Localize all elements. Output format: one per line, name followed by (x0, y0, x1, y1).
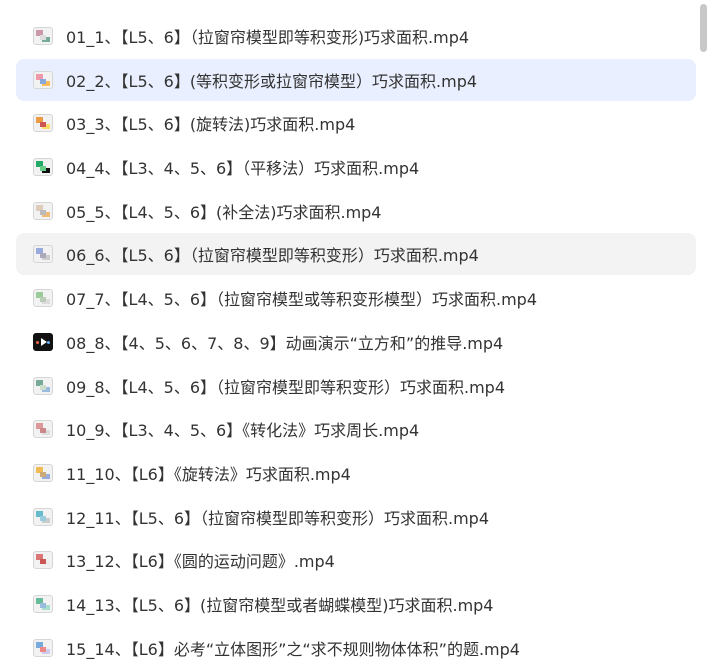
video-thumbnail-icon (33, 463, 53, 482)
file-name-label: 09_8、【L4、5、6】（拉窗帘模型即等积变形）巧求面积.mp4 (66, 377, 506, 397)
file-name-label: 11_10、【L6】《旋转法》巧求面积.mp4 (66, 464, 351, 484)
list-item[interactable]: 11_10、【L6】《旋转法》巧求面积.mp4 (16, 452, 696, 494)
file-list-panel: 01_1、【L5、6】（拉窗帘模型即等积变形)巧求面积.mp4 02_2、【L5、… (0, 0, 712, 670)
file-name-label: 01_1、【L5、6】（拉窗帘模型即等积变形)巧求面积.mp4 (66, 28, 470, 47)
vertical-scrollbar[interactable] (700, 0, 710, 670)
file-name-label: 05_5、【L4、5、6】(补全法)巧求面积.mp4 (66, 202, 382, 222)
video-thumbnail-icon (33, 551, 53, 570)
video-thumbnail-icon (33, 289, 53, 308)
file-name-label: 15_14、【L6】必考“立体图形”之“求不规则物体体积”的题.mp4 (66, 639, 520, 659)
list-item[interactable]: 01_1、【L5、6】（拉窗帘模型即等积变形)巧求面积.mp4 (16, 15, 696, 57)
video-thumbnail-icon (33, 376, 53, 395)
file-name-label: 08_8、【4、5、6、7、8、9】动画演示“立方和”的推导.mp4 (66, 333, 504, 353)
video-thumbnail-icon (33, 70, 53, 89)
video-thumbnail-icon (33, 507, 53, 526)
file-name-label: 02_2、【L5、6】(等积变形或拉窗帘模型）巧求面积.mp4 (66, 71, 478, 91)
video-thumbnail-dark-icon (33, 332, 53, 351)
video-thumbnail-icon (33, 638, 53, 657)
video-thumbnail-icon (33, 420, 53, 439)
list-item[interactable]: 06_6、【L5、6】（拉窗帘模型即等积变形）巧求面积.mp4 (16, 233, 696, 276)
video-thumbnail-icon (33, 201, 53, 220)
list-item[interactable]: 02_2、【L5、6】(等积变形或拉窗帘模型）巧求面积.mp4 (16, 58, 696, 101)
scrollbar-thumb[interactable] (700, 4, 707, 52)
file-name-label: 14_13、【L5、6】(拉窗帘模型或者蝴蝶模型)巧求面积.mp4 (66, 595, 494, 615)
file-name-label: 04_4、【L3、4、5、6】（平移法）巧求面积.mp4 (66, 159, 420, 179)
video-thumbnail-icon (33, 594, 53, 613)
video-thumbnail-icon (33, 245, 53, 264)
video-thumbnail-icon (33, 158, 53, 177)
list-item[interactable]: 03_3、【L5、6】(旋转法)巧求面积.mp4 (16, 102, 696, 144)
file-name-label: 03_3、【L5、6】(旋转法)巧求面积.mp4 (66, 115, 356, 135)
list-item[interactable]: 15_14、【L6】必考“立体图形”之“求不规则物体体积”的题.mp4 (16, 627, 696, 669)
list-item[interactable]: 05_5、【L4、5、6】(补全法)巧求面积.mp4 (16, 190, 696, 232)
list-item[interactable]: 12_11、【L5、6】（拉窗帘模型即等积变形）巧求面积.mp4 (16, 496, 696, 538)
list-item[interactable]: 08_8、【4、5、6、7、8、9】动画演示“立方和”的推导.mp4 (16, 321, 696, 363)
list-item[interactable]: 09_8、【L4、5、6】（拉窗帘模型即等积变形）巧求面积.mp4 (16, 365, 696, 407)
list-item[interactable]: 04_4、【L3、4、5、6】（平移法）巧求面积.mp4 (16, 146, 696, 188)
list-item[interactable]: 13_12、【L6】《圆的运动问题》.mp4 (16, 539, 696, 581)
list-item[interactable]: 14_13、【L5、6】(拉窗帘模型或者蝴蝶模型)巧求面积.mp4 (16, 583, 696, 625)
file-name-label: 07_7、【L4、5、6】（拉窗帘模型或等积变形模型）巧求面积.mp4 (66, 290, 538, 310)
file-name-label: 13_12、【L6】《圆的运动问题》.mp4 (66, 552, 335, 572)
list-item[interactable]: 10_9、【L3、4、5、6】《转化法》巧求周长.mp4 (16, 408, 696, 450)
file-list: 01_1、【L5、6】（拉窗帘模型即等积变形)巧求面积.mp4 02_2、【L5、… (16, 15, 696, 670)
video-thumbnail-icon (33, 114, 53, 133)
file-name-label: 10_9、【L3、4、5、6】《转化法》巧求周长.mp4 (66, 421, 420, 441)
video-thumbnail-icon (33, 27, 53, 45)
file-name-label: 06_6、【L5、6】（拉窗帘模型即等积变形）巧求面积.mp4 (66, 246, 479, 266)
file-name-label: 12_11、【L5、6】（拉窗帘模型即等积变形）巧求面积.mp4 (66, 508, 490, 528)
list-item[interactable]: 07_7、【L4、5、6】（拉窗帘模型或等积变形模型）巧求面积.mp4 (16, 277, 696, 319)
